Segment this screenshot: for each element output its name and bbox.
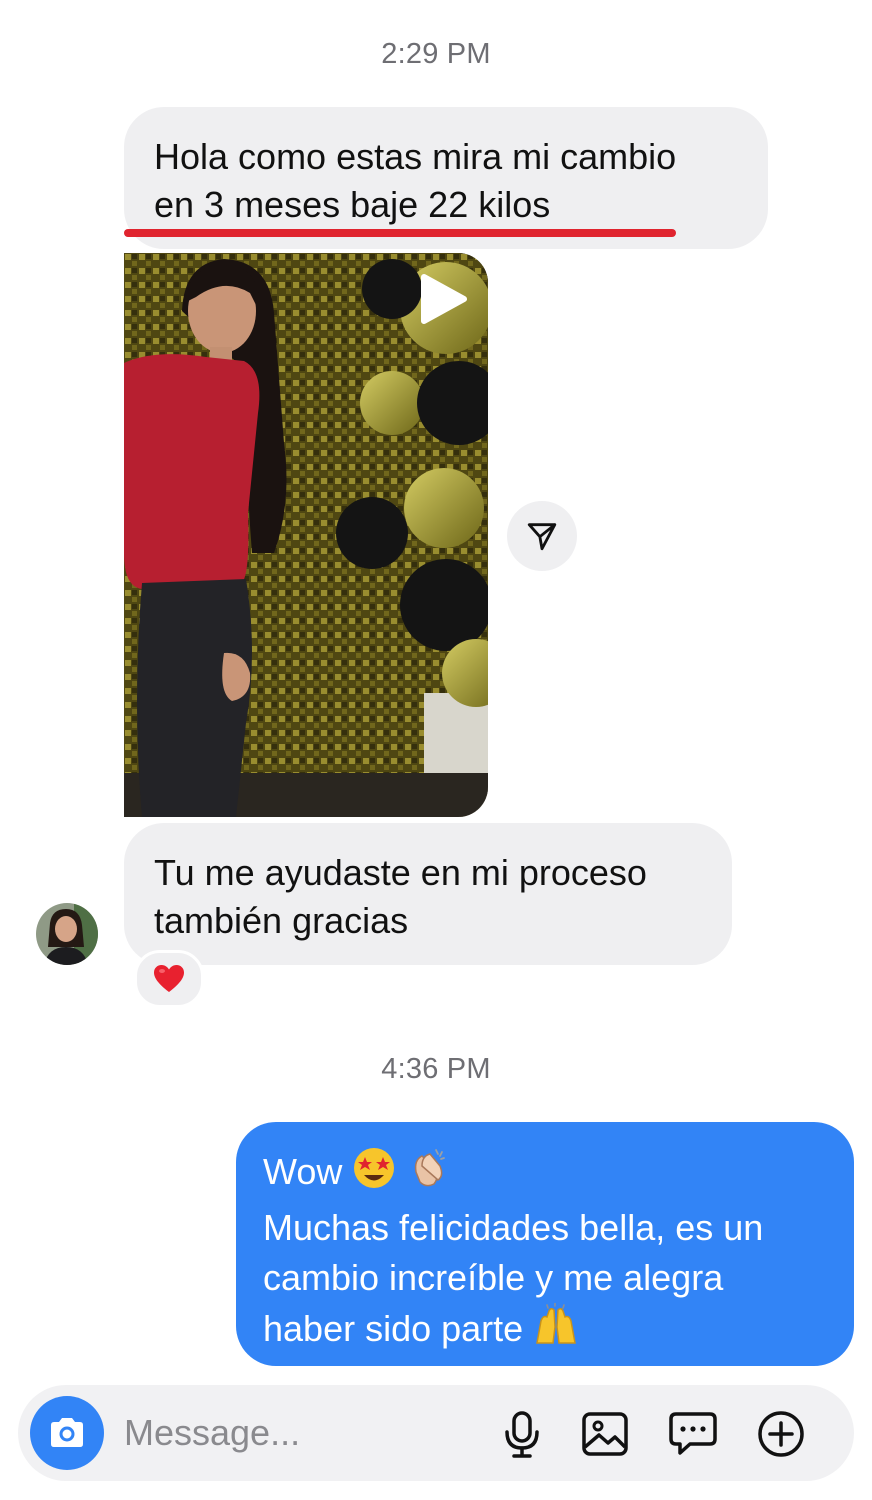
- timestamp: 2:29 PM: [381, 38, 491, 70]
- plus-circle-icon: [758, 1411, 804, 1457]
- clapping-hands-emoji-icon: [406, 1146, 450, 1203]
- sticker-chat-icon: [669, 1412, 717, 1455]
- outgoing-message[interactable]: Wow Muchas felicidades bella, es un camb…: [236, 1122, 854, 1366]
- camera-button[interactable]: [30, 1396, 104, 1470]
- image-icon: [582, 1412, 628, 1456]
- gallery-button[interactable]: [579, 1408, 631, 1460]
- message-text: también gracias: [154, 900, 409, 941]
- message-text: en 3 meses baje 22 kilos: [154, 184, 551, 225]
- avatar[interactable]: [36, 903, 98, 965]
- message-text: cambio increíble y me alegra: [263, 1257, 724, 1298]
- star-struck-emoji-icon: [352, 1146, 396, 1203]
- raising-hands-emoji-icon: [533, 1302, 579, 1360]
- sticker-button[interactable]: [667, 1408, 719, 1460]
- share-button[interactable]: [507, 501, 577, 571]
- paper-plane-icon: [527, 523, 557, 551]
- message-input[interactable]: [124, 1407, 464, 1459]
- video-thumbnail: [124, 253, 488, 817]
- camera-icon: [51, 1418, 83, 1447]
- timestamp: 4:36 PM: [381, 1053, 491, 1085]
- microphone-button[interactable]: [496, 1408, 548, 1460]
- microphone-icon: [505, 1411, 539, 1458]
- message-text: haber sido parte: [263, 1308, 524, 1349]
- incoming-message[interactable]: Hola como estas mira mi cambio en 3 mese…: [124, 107, 768, 249]
- message-text: Muchas felicidades bella, es un: [263, 1207, 764, 1248]
- message-text: Wow: [263, 1151, 343, 1192]
- message-composer: [18, 1385, 854, 1481]
- add-button[interactable]: [755, 1408, 807, 1460]
- red-underline-annotation: [124, 229, 676, 237]
- message-text: Hola como estas mira mi cambio: [154, 136, 677, 177]
- message-reaction[interactable]: [134, 950, 204, 1008]
- message-text: Tu me ayudaste en mi proceso: [154, 852, 647, 893]
- incoming-message[interactable]: Tu me ayudaste en mi proceso también gra…: [124, 823, 732, 965]
- heart-emoji-icon: [154, 965, 184, 992]
- video-attachment[interactable]: [124, 253, 488, 817]
